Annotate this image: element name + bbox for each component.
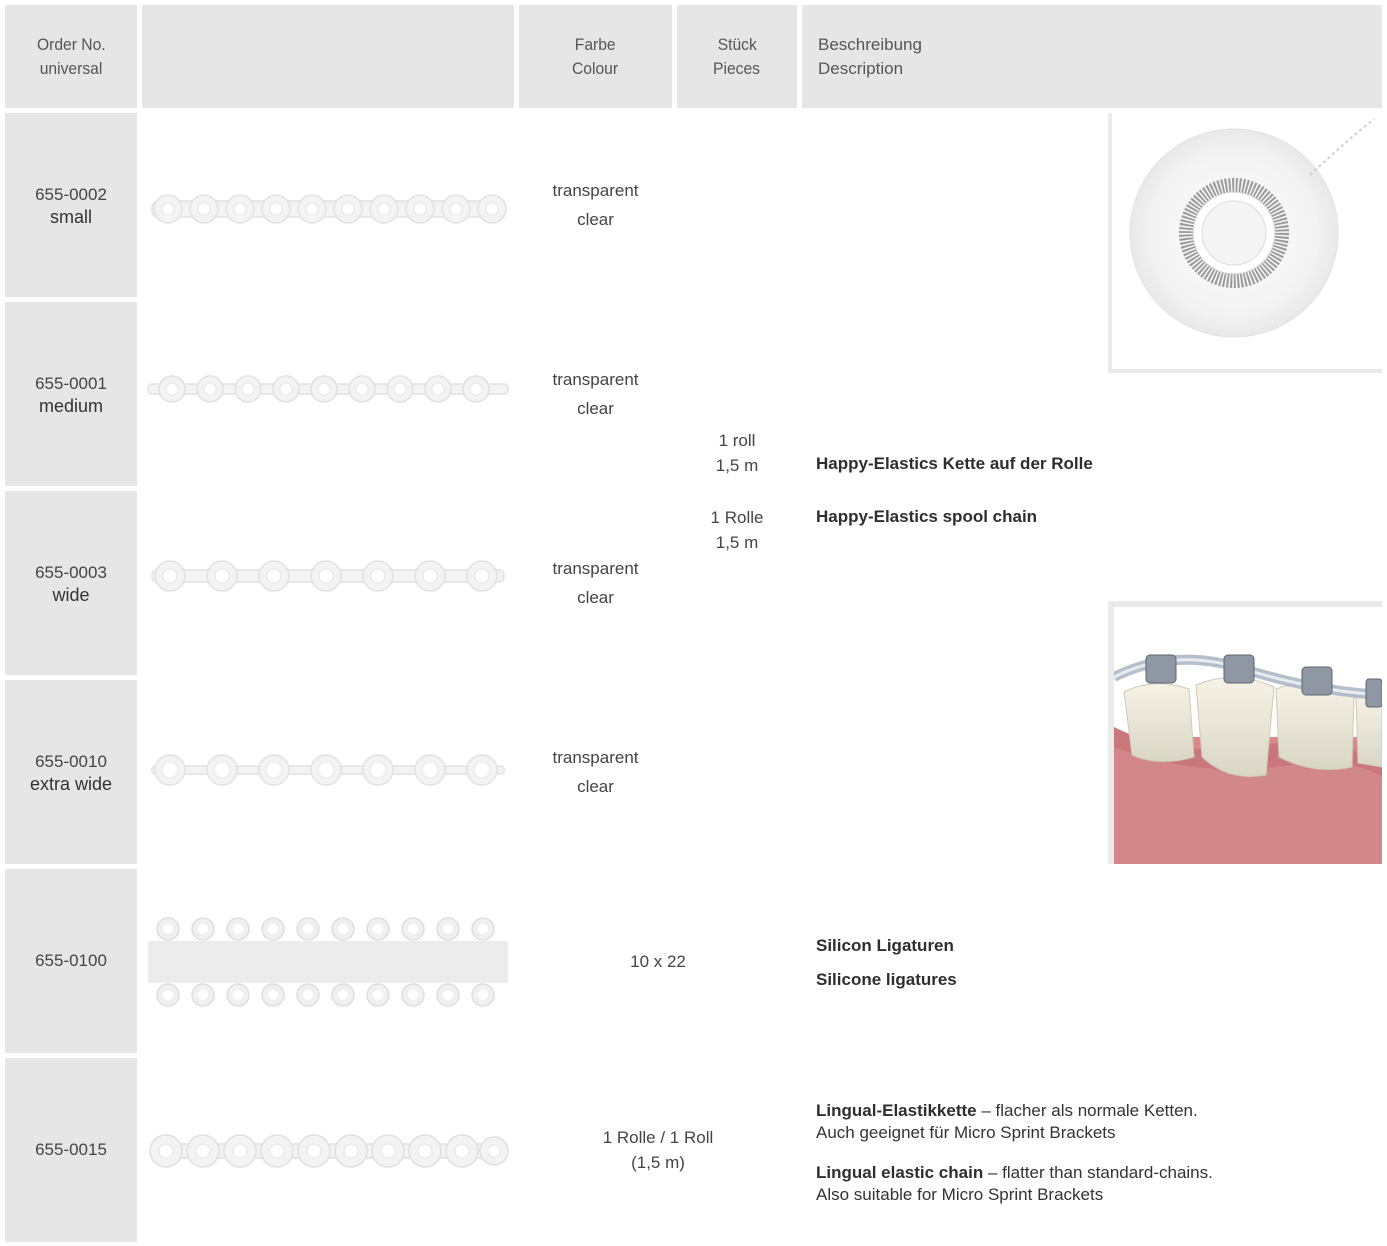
pieces-lingual-2: (1,5 m) — [631, 1153, 685, 1172]
braces-photo — [1108, 601, 1382, 864]
pieces-lingual-1: 1 Rolle / 1 Roll — [602, 1128, 714, 1147]
desc-lingual-en-bold: Lingual elastic chain — [816, 1163, 984, 1182]
order-cell-small: 655-0002 small — [5, 113, 137, 297]
desc-lingual-en: Lingual elastic chain – flatter than sta… — [816, 1162, 1213, 1206]
desc-lingual-de-line2: Auch geeignet für Micro Sprint Brackets — [816, 1123, 1116, 1142]
chain-image-lingual — [142, 1058, 514, 1242]
chain-wide-graphic — [151, 560, 505, 592]
header-colour-line1: Farbe — [575, 34, 616, 54]
pieces-cell-lingual: 1 Rolle / 1 Roll (1,5 m) — [519, 1058, 797, 1242]
ligatures-graphic — [148, 917, 508, 1007]
desc-lingual-de-bold: Lingual-Elastikkette — [816, 1101, 977, 1120]
order-size: medium — [38, 395, 104, 416]
pieces-ligatures: 10 x 22 — [630, 951, 686, 971]
order-number: 655-0003 — [35, 562, 107, 582]
desc-lingual-de-rest: – flacher als normale Ketten. — [976, 1101, 1198, 1120]
header-pieces-line2: Pieces — [713, 58, 761, 78]
desc-lingual-en-rest: – flatter than standard-chains. — [983, 1163, 1213, 1182]
order-cell-ligatures: 655-0100 — [5, 869, 137, 1053]
pieces-spool-text: 1 roll 1,5 m 1 Rolle 1,5 m — [677, 428, 797, 555]
header-pieces: Stück Pieces — [677, 5, 797, 108]
header-description: Beschreibung Description — [802, 5, 1382, 108]
chain-image-wide — [142, 491, 514, 675]
braces-graphic — [1114, 654, 1382, 864]
colour-cell-medium: transparent clear — [519, 302, 672, 486]
order-cell-medium: 655-0001 medium — [5, 302, 137, 486]
colour-de: transparent — [552, 748, 639, 767]
colour-en: clear — [577, 777, 614, 796]
colour-cell-extra-wide: transparent clear — [519, 680, 672, 864]
header-pieces-line1: Stück — [717, 34, 757, 54]
chain-extra-wide-graphic — [151, 754, 505, 786]
spool-photo — [1108, 113, 1382, 373]
desc-spool-en: Happy-Elastics spool chain — [816, 507, 1038, 526]
desc-ligatures-en: Silicone ligatures — [816, 970, 957, 989]
colour-de: transparent — [552, 181, 639, 200]
pieces-de-1: 1 Rolle — [710, 508, 764, 527]
desc-lingual-de: Lingual-Elastikkette – flacher als norma… — [816, 1100, 1198, 1144]
pieces-cell-ligatures: 10 x 22 — [519, 869, 797, 1053]
description-cell-lingual: Lingual-Elastikkette – flacher als norma… — [802, 1058, 1382, 1242]
order-size: wide — [52, 584, 90, 605]
header-colour: Farbe Colour — [519, 5, 672, 108]
pieces-en-2: 1,5 m — [715, 456, 759, 475]
chain-lingual-graphic — [149, 1134, 509, 1168]
order-cell-wide: 655-0003 wide — [5, 491, 137, 675]
order-cell-extra-wide: 655-0010 extra wide — [5, 680, 137, 864]
header-desc-line2: Description — [818, 58, 904, 78]
desc-lingual-en-line2: Also suitable for Micro Sprint Brackets — [816, 1185, 1104, 1204]
description-cell-spool: Happy-Elastics Kette auf der Rolle Happy… — [802, 113, 1382, 864]
colour-en: clear — [577, 399, 614, 418]
order-number: 655-0002 — [35, 184, 107, 204]
chain-image-extra-wide — [142, 680, 514, 864]
header-desc-line1: Beschreibung — [818, 34, 922, 54]
description-cell-ligatures: Silicon Ligaturen Silicone ligatures — [802, 869, 1382, 1053]
chain-image-medium — [142, 302, 514, 486]
colour-en: clear — [577, 588, 614, 607]
pieces-de-2: 1,5 m — [715, 533, 759, 552]
header-order-line2: universal — [39, 58, 103, 78]
ligatures-image — [142, 869, 514, 1053]
pieces-en-1: 1 roll — [718, 431, 756, 450]
chain-medium-graphic — [147, 375, 509, 403]
order-number: 655-0010 — [35, 751, 107, 771]
header-colour-line2: Colour — [572, 58, 619, 78]
header-order: Order No. universal — [5, 5, 137, 108]
colour-cell-wide: transparent clear — [519, 491, 672, 675]
header-image — [142, 5, 514, 108]
colour-de: transparent — [552, 559, 639, 578]
pieces-cell-spool: 1 roll 1,5 m 1 Rolle 1,5 m — [677, 113, 797, 864]
spool-graphic — [1129, 118, 1375, 338]
chain-image-small — [142, 113, 514, 297]
order-cell-lingual: 655-0015 — [5, 1058, 137, 1242]
header-order-line1: Order No. — [36, 34, 106, 54]
colour-cell-small: transparent clear — [519, 113, 672, 297]
desc-spool-de: Happy-Elastics Kette auf der Rolle — [816, 454, 1093, 473]
desc-ligatures-de: Silicon Ligaturen — [816, 936, 954, 955]
order-number: 655-0001 — [35, 373, 107, 393]
order-size: extra wide — [29, 773, 113, 794]
colour-en: clear — [577, 210, 614, 229]
order-number: 655-0100 — [35, 951, 107, 970]
order-number: 655-0015 — [35, 1140, 107, 1159]
colour-de: transparent — [552, 370, 639, 389]
order-size: small — [49, 206, 92, 227]
chain-small-graphic — [151, 194, 507, 224]
